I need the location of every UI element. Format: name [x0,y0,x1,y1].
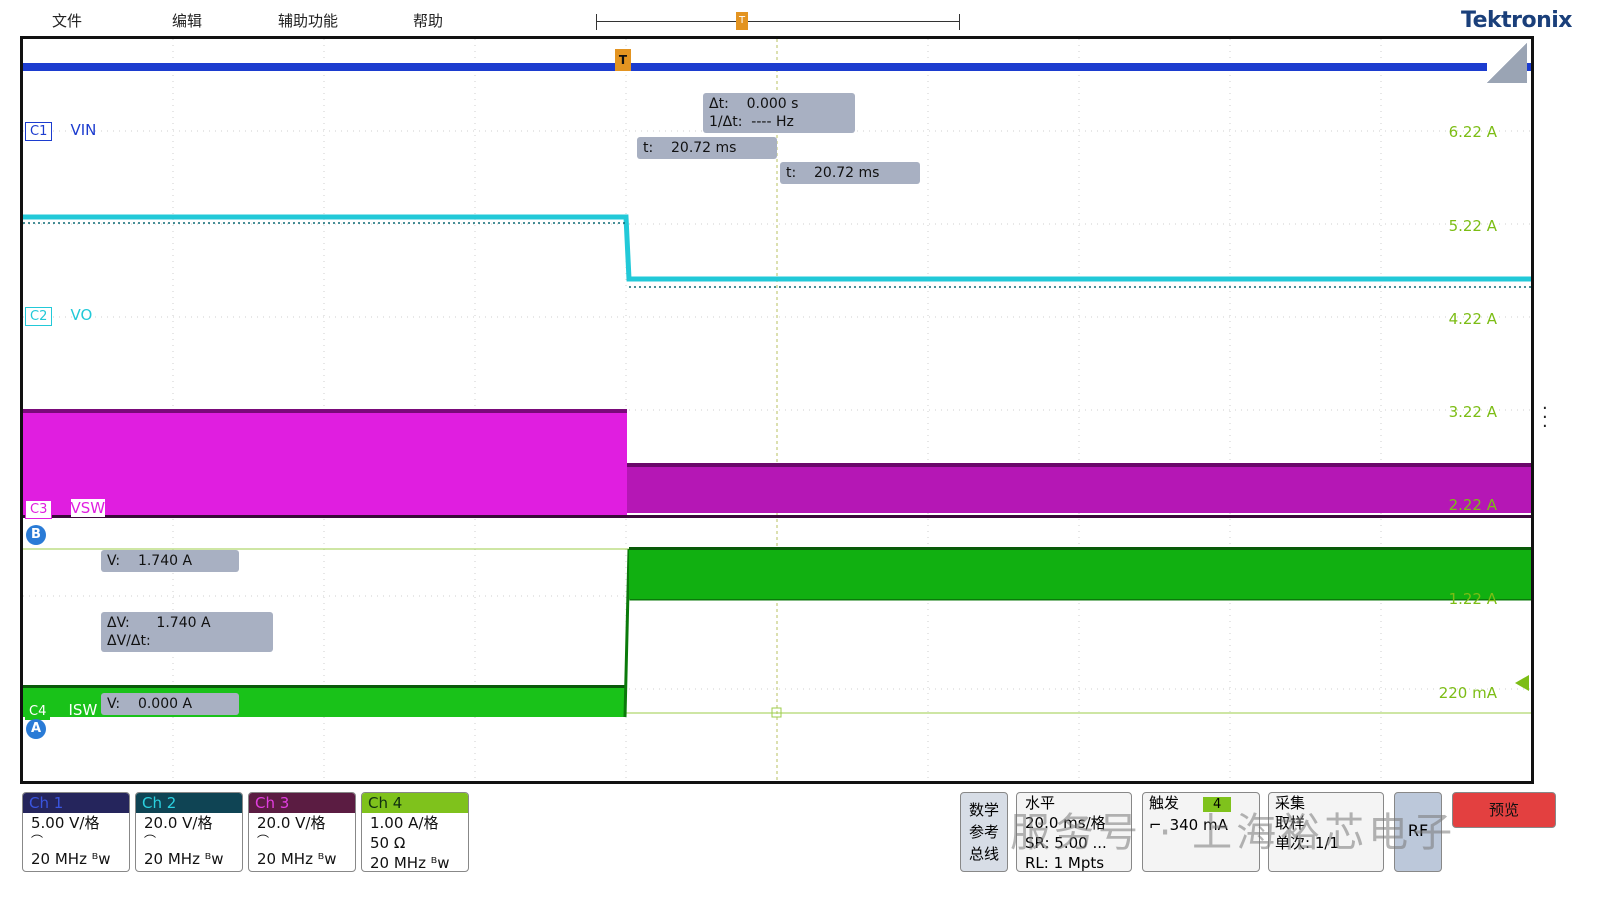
scale-label-5: 2.22 A [1448,496,1497,514]
probe-icon: ⌒ [257,834,270,848]
menu-file[interactable]: 文件 [52,10,82,31]
ch2-label[interactable]: C2 VO [25,306,92,326]
preview-button[interactable]: 预览 [1452,792,1556,828]
delta-t-readout[interactable]: Δt: 0.000 s 1/Δt: ---- Hz [703,93,855,133]
scale-label-2: 5.22 A [1448,217,1497,235]
delta-v-readout[interactable]: ΔV: 1.740 A ΔV/Δt: [101,612,273,652]
watermark-text: 服务号 · 上海裕芯电子 [1010,810,1457,856]
ch4-label[interactable]: C4 ISW [25,701,97,720]
ch4-badge[interactable]: Ch 4 1.00 A/格 50 Ω 20 MHz ᴮw [361,792,469,872]
waveform-display[interactable]: T C1 VIN C2 VO C3 VSW B C4 ISW A 6.22 A … [20,36,1534,784]
menu-utilities[interactable]: 辅助功能 [278,10,338,31]
trigger-marker-icon[interactable]: T [615,49,631,71]
ch4-trace-high [629,547,1531,599]
cursor-b-marker[interactable]: B [26,525,46,545]
ch2-badge[interactable]: Ch 2 20.0 V/格 ⌒ 20 MHz ᴮw [135,792,243,872]
cursor-b-value-readout[interactable]: V: 1.740 A [101,550,239,572]
menu-help[interactable]: 帮助 [413,10,443,31]
brand-logo: Tektronix [1460,8,1573,33]
scale-label-3: 4.22 A [1448,310,1497,328]
probe-icon: ⌒ [144,834,157,848]
ch3-trace-high [23,409,627,517]
zoom-icon[interactable] [1487,43,1527,83]
scale-label-1: 6.22 A [1448,123,1497,141]
record-view-bar[interactable]: T [596,12,960,30]
probe-icon: ⌒ [31,834,44,848]
cursor2-time-readout[interactable]: t: 20.72 ms [780,162,920,184]
more-options-icon[interactable]: · · · [1542,400,1550,436]
trigger-position-icon[interactable]: T [736,12,748,30]
menu-edit[interactable]: 编辑 [172,10,202,31]
ch1-badge[interactable]: Ch 1 5.00 V/格 ⌒ 20 MHz ᴮw [22,792,130,872]
ch1-label[interactable]: C1 VIN [25,121,96,141]
ch3-trace-low [627,463,1531,513]
math-ref-bus-button[interactable]: 数学 参考 总线 [960,792,1008,872]
ch4-offset-arrow-icon[interactable] [1515,675,1529,691]
cursor1-time-readout[interactable]: t: 20.72 ms [637,137,777,159]
cursor-a-value-readout[interactable]: V: 0.000 A [101,693,239,715]
ch3-label[interactable]: C3 VSW [25,499,106,519]
scale-label-7: 220 mA [1438,684,1497,702]
cursor-a-marker[interactable]: A [26,719,46,739]
ch1-trace [23,63,1531,71]
scale-label-6: 1.22 A [1448,590,1497,608]
ch3-badge[interactable]: Ch 3 20.0 V/格 ⌒ 20 MHz ᴮw [248,792,356,872]
waveform-svg [23,39,1531,781]
scale-label-4: 3.22 A [1448,403,1497,421]
